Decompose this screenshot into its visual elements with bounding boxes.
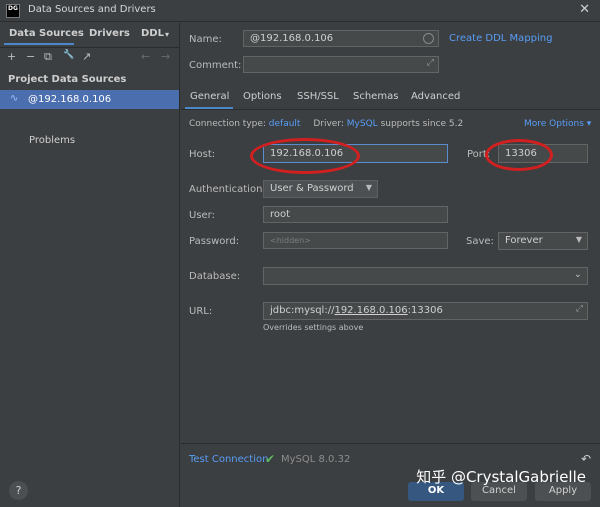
driver-link[interactable]: MySQL	[347, 119, 378, 129]
expand-icon[interactable]: ⤢	[576, 304, 583, 314]
more-options-label: More Options	[524, 119, 584, 129]
driver-version: MySQL 8.0.32	[281, 454, 351, 465]
name-label: Name:	[189, 34, 222, 45]
datasource-item[interactable]: ∿ @192.168.0.106	[0, 90, 179, 109]
tab-schemas[interactable]: Schemas	[353, 91, 398, 102]
url-suffix: :13306	[407, 305, 443, 316]
section-title: Project Data Sources	[8, 74, 127, 85]
duplicate-icon[interactable]: ⧉	[44, 50, 52, 64]
back-icon[interactable]: ←	[141, 50, 150, 63]
url-note: Overrides settings above	[263, 323, 364, 332]
save-select[interactable]: Forever ▼	[498, 232, 588, 250]
wrench-icon[interactable]: 🔧	[63, 50, 74, 60]
url-label: URL:	[189, 306, 213, 317]
port-label: Port:	[467, 149, 491, 160]
auth-select[interactable]: User & Password ▼	[263, 180, 378, 198]
chevron-down-icon: ▾	[586, 119, 592, 129]
jump-icon[interactable]: ↗	[82, 50, 91, 63]
tab-options[interactable]: Options	[243, 91, 282, 102]
comment-field[interactable]: ⤢	[243, 56, 439, 73]
expand-icon[interactable]: ⤢	[427, 58, 434, 68]
mysql-icon: ∿	[10, 93, 19, 104]
chevron-down-icon[interactable]: ⌄	[574, 269, 582, 280]
forward-icon[interactable]: →	[161, 50, 170, 63]
database-label: Database:	[189, 271, 241, 282]
left-panel: Data Sources Drivers DDL ▾ + − ⧉ 🔧 ↗ ← →…	[0, 23, 180, 507]
name-field[interactable]: @192.168.0.106	[243, 30, 439, 47]
host-input[interactable]: 192.168.0.106	[263, 144, 448, 163]
problems-item[interactable]: Problems	[29, 135, 75, 146]
port-input[interactable]: 13306	[498, 144, 588, 163]
tab-general[interactable]: General	[190, 91, 229, 102]
create-ddl-mapping-link[interactable]: Create DDL Mapping	[449, 33, 552, 44]
tab-drivers[interactable]: Drivers	[89, 28, 130, 39]
user-input[interactable]: root	[263, 206, 448, 223]
divider	[181, 109, 600, 110]
url-input[interactable]: jdbc:mysql://192.168.0.106:13306 ⤢	[263, 302, 588, 320]
divider	[181, 443, 600, 444]
color-circle-icon[interactable]	[423, 33, 434, 44]
driver-label: Driver:	[313, 119, 344, 129]
tabs-dropdown-icon[interactable]: ▾	[165, 30, 169, 39]
driver-note: supports since 5.2	[380, 119, 464, 129]
check-icon: ✔	[265, 452, 276, 466]
conn-type-label: Connection type:	[189, 119, 266, 129]
revert-icon[interactable]: ↶	[581, 452, 591, 466]
help-button[interactable]: ?	[9, 481, 28, 500]
right-panel: Name: @192.168.0.106 Create DDL Mapping …	[181, 23, 600, 507]
password-label: Password:	[189, 236, 240, 247]
name-value: @192.168.0.106	[250, 33, 334, 44]
app-icon: DG	[6, 4, 20, 18]
chevron-down-icon: ▼	[575, 235, 582, 244]
datasource-label: @192.168.0.106	[28, 94, 112, 105]
save-label: Save:	[466, 236, 494, 247]
add-icon[interactable]: +	[7, 50, 16, 63]
url-prefix: jdbc:mysql://	[270, 305, 335, 316]
host-label: Host:	[189, 149, 216, 160]
window-title: Data Sources and Drivers	[28, 4, 156, 15]
url-host: 192.168.0.106	[334, 305, 408, 316]
tab-ssh-ssl[interactable]: SSH/SSL	[297, 91, 339, 102]
watermark: 知乎 @CrystalGabrielle	[416, 468, 586, 486]
more-options-link[interactable]: More Options ▾	[524, 119, 591, 129]
save-value: Forever	[505, 235, 543, 246]
tab-ddl[interactable]: DDL	[141, 28, 164, 39]
tab-advanced[interactable]: Advanced	[411, 91, 460, 102]
comment-label: Comment:	[189, 60, 242, 71]
connection-info: Connection type: default Driver: MySQL s…	[189, 119, 463, 129]
title-bar: DG Data Sources and Drivers ✕	[0, 0, 600, 22]
active-tab-indicator	[4, 43, 74, 45]
remove-icon[interactable]: −	[26, 50, 35, 63]
database-input[interactable]: ⌄	[263, 267, 588, 285]
chevron-down-icon: ▼	[365, 183, 372, 192]
password-input[interactable]: <hidden>	[263, 232, 448, 249]
test-connection-link[interactable]: Test Connection	[189, 454, 268, 465]
divider	[0, 47, 180, 48]
conn-type-link[interactable]: default	[269, 119, 301, 129]
tab-data-sources[interactable]: Data Sources	[9, 28, 84, 39]
auth-label: Authentication:	[189, 184, 266, 195]
auth-value: User & Password	[270, 183, 354, 194]
user-label: User:	[189, 210, 215, 221]
close-icon[interactable]: ✕	[579, 2, 590, 17]
